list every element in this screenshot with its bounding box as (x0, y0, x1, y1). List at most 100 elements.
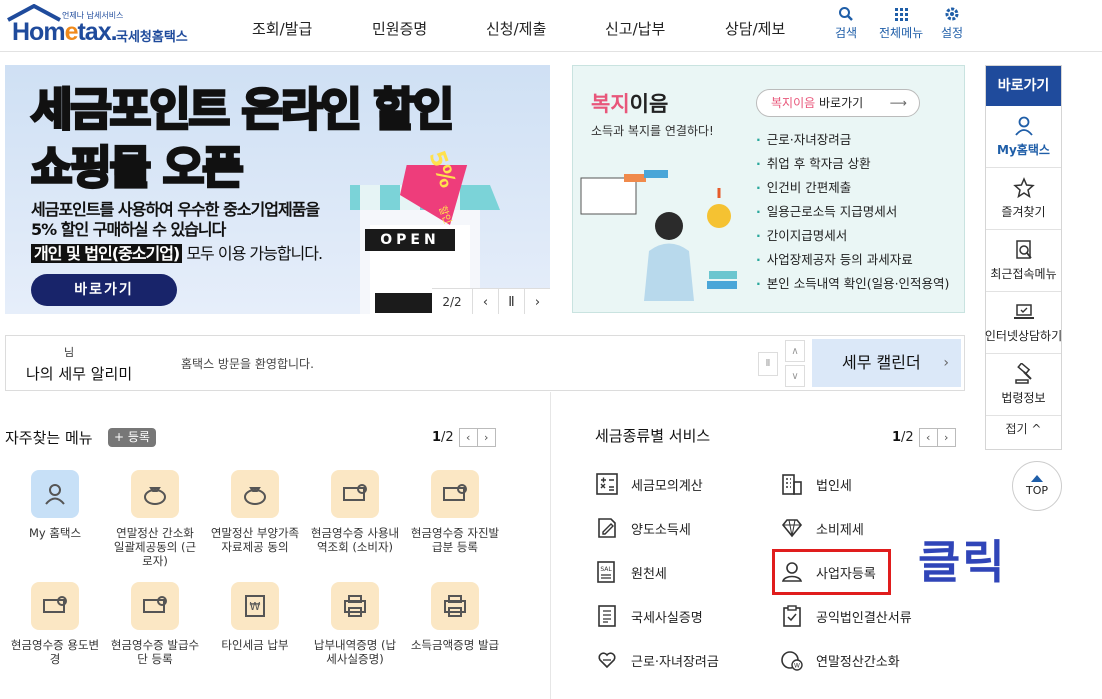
svc-public-interest-corp[interactable]: 공익법인결산서류 (780, 602, 912, 630)
quick-item-my-hometax[interactable]: My홈택스 (986, 106, 1061, 168)
banner-pause-button[interactable]: Ⅱ (498, 289, 524, 314)
arrow-up-icon (1031, 475, 1043, 482)
quick-item-favorites[interactable]: 즐겨찾기 (986, 168, 1061, 230)
logo-korean: 국세청홈택스 (116, 30, 188, 45)
nav-item-report-pay[interactable]: 신고/납부 (605, 18, 665, 39)
fav-my-hometax[interactable]: My 홈택스 (10, 470, 100, 540)
welfare-item[interactable]: 사업장제공자 등의 과세자료 (756, 248, 949, 272)
quick-fold-button[interactable]: 접기 ^ (986, 416, 1061, 442)
notice-up-button[interactable]: ∧ (785, 340, 805, 362)
nav-item-consult[interactable]: 상담/제보 (725, 18, 785, 39)
all-menu-button[interactable]: 전체메뉴 (879, 6, 923, 41)
fav-dependent-consent[interactable]: 연말정산 부양가족 자료제공 동의 (210, 470, 300, 554)
tax-calendar-button[interactable]: 세무 캘린더 › (812, 339, 961, 387)
svg-text:₩: ₩ (250, 600, 261, 613)
header: Hometax. 언제나 납세서비스 국세청홈택스 조회/발급 민원증명 신청/… (0, 0, 1102, 52)
svc-corporate-tax[interactable]: 법인세 (780, 470, 852, 498)
svc-capital-gains-tax[interactable]: 양도소득세 (595, 514, 691, 542)
welfare-item[interactable]: 인건비 간편제출 (756, 176, 949, 200)
services-next-button[interactable]: › (936, 428, 956, 447)
receipt-icon (443, 484, 467, 501)
printer-icon (344, 595, 366, 617)
svc-tax-fact-certificate[interactable]: 국세사실증명 (595, 602, 703, 630)
logo-brand: Hometax. (12, 18, 118, 46)
quick-menu: 바로가기 My홈택스 즐겨찾기 최근접속메뉴 인터넷상담하기 법령정보 접기 ^ (985, 65, 1062, 450)
gavel-icon (1014, 363, 1032, 384)
banner-desc-3: 개인 및 법인(중소기업) 모두 이용 가능합니다. (31, 240, 323, 264)
chevron-right-icon: › (943, 355, 949, 371)
welfare-go-button[interactable]: 복지이음 바로가기 ⟶ (756, 89, 920, 117)
fav-cash-receipt-history[interactable]: 현금영수증 사용내역조회 (소비자) (310, 470, 400, 554)
top-button[interactable]: TOP (1012, 461, 1062, 511)
nav-item-certificate[interactable]: 민원증명 (372, 18, 427, 39)
search-icon (839, 7, 853, 21)
svc-yearend-simplified[interactable]: W 연말정산간소화 (780, 646, 900, 674)
search-button[interactable]: 검색 (835, 6, 857, 41)
user-icon (1014, 116, 1033, 136)
welfare-item[interactable]: 간이지급명세서 (756, 224, 949, 248)
coin-icon: W (781, 651, 803, 671)
svg-text:SAL: SAL (600, 566, 612, 573)
favorites-next-button[interactable]: › (476, 428, 496, 447)
clipboard-icon (783, 605, 801, 627)
nav-item-inquiry[interactable]: 조회/발급 (252, 18, 312, 39)
user-icon (45, 484, 65, 505)
banner-go-button[interactable]: 바로가기 (31, 274, 177, 306)
welfare-item[interactable]: 일용근로소득 지급명세서 (756, 200, 949, 224)
highlight-box (772, 549, 891, 595)
recent-icon (1015, 240, 1032, 259)
settings-button[interactable]: 설정 (941, 6, 963, 41)
banner-title-2: 쇼핑몰 오픈 (30, 140, 246, 196)
favorites-pager: 1/2 ‹ › (432, 428, 496, 447)
receipt-icon (43, 596, 67, 613)
nav-item-application[interactable]: 신청/제출 (486, 18, 546, 39)
register-favorite-button[interactable]: + 등록 (108, 428, 156, 447)
welfare-panel: 복지이음 소득과 복지를 연결하다! 복지이음 바로가기⟶ 근로·자녀장려금 취… (572, 65, 965, 313)
tax-notice-bar: 님 나의 세무 알리미 홈택스 방문을 환영합니다. Ⅱ ∧ ∨ 세무 캘린더 › (5, 335, 965, 391)
welfare-item[interactable]: 본인 소득내역 확인(일용·인적용역) (756, 272, 950, 296)
svc-tax-simulation[interactable]: 세금모의계산 (595, 470, 703, 498)
gear-icon (945, 7, 959, 21)
welfare-title: 복지이음 (591, 92, 669, 116)
quick-item-online-consult[interactable]: 인터넷상담하기 (985, 292, 1062, 354)
notice-pause-button[interactable]: Ⅱ (758, 352, 778, 376)
fav-yearend-consent[interactable]: 연말정산 간소화 일괄제공동의 (근로자) (110, 470, 200, 568)
star-icon (1012, 177, 1035, 199)
fav-cash-receipt-method[interactable]: 현금영수증 발급수단 등록 (110, 582, 200, 666)
notice-message: 홈택스 방문을 환영합니다. (181, 357, 314, 371)
banner-desc-2: 5% 할인 구매하실 수 있습니다 (31, 220, 226, 239)
welfare-item[interactable]: 근로·자녀장려금 (756, 128, 949, 152)
svg-text:W: W (794, 663, 800, 670)
svc-consumption-tax[interactable]: 소비제세 (780, 514, 864, 542)
banner-page-indicator: 2/2 (442, 295, 462, 309)
fav-income-certificate[interactable]: 소득금액증명 발급 (410, 582, 500, 652)
favorites-prev-button[interactable]: ‹ (458, 428, 478, 447)
favorites-title: 자주찾는 메뉴 (5, 429, 93, 447)
certificate-icon (598, 605, 616, 627)
printer-icon (444, 595, 466, 617)
banner-prev-button[interactable]: ‹ (472, 289, 498, 314)
banner-next-button[interactable]: › (524, 289, 550, 314)
svc-withholding-tax[interactable]: SAL 원천세 (595, 558, 667, 586)
services-title: 세금종류별 서비스 (595, 427, 711, 445)
fav-payment-certificate[interactable]: 납부내역증명 (납세사실증명) (310, 582, 400, 666)
welfare-item[interactable]: 취업 후 학자금 상환 (756, 152, 949, 176)
fav-pay-others-tax[interactable]: ₩ 타인세금 납부 (210, 582, 300, 652)
promo-banner[interactable]: 세금포인트 온라인 할인 쇼핑몰 오픈 OPEN 5% 할인 세금포인트를 사용… (5, 65, 550, 314)
receipt-icon (143, 596, 167, 613)
svc-earned-income-credit[interactable]: 근로·자녀장려금 (595, 646, 719, 674)
notice-down-button[interactable]: ∨ (785, 365, 805, 387)
fav-cash-receipt-purpose[interactable]: 현금영수증 용도변경 (10, 582, 100, 666)
welfare-list: 근로·자녀장려금 취업 후 학자금 상환 인건비 간편제출 일용근로소득 지급명… (756, 128, 950, 296)
calculator-icon (596, 473, 618, 495)
open-sign: OPEN (365, 229, 455, 251)
services-prev-button[interactable]: ‹ (918, 428, 938, 447)
hometax-logo[interactable]: Hometax. 언제나 납세서비스 국세청홈택스 (6, 4, 196, 48)
services-pager: 1/2 ‹ › (892, 428, 956, 447)
quick-item-recent[interactable]: 최근접속메뉴 (986, 230, 1061, 292)
money-bag-icon (244, 487, 266, 505)
receipt-icon (343, 484, 367, 501)
quick-item-law-info[interactable]: 법령정보 (986, 354, 1061, 416)
fav-cash-receipt-self[interactable]: 현금영수증 자진발급분 등록 (410, 470, 500, 554)
banner-controls: 2/2 ‹ Ⅱ › (432, 288, 550, 314)
